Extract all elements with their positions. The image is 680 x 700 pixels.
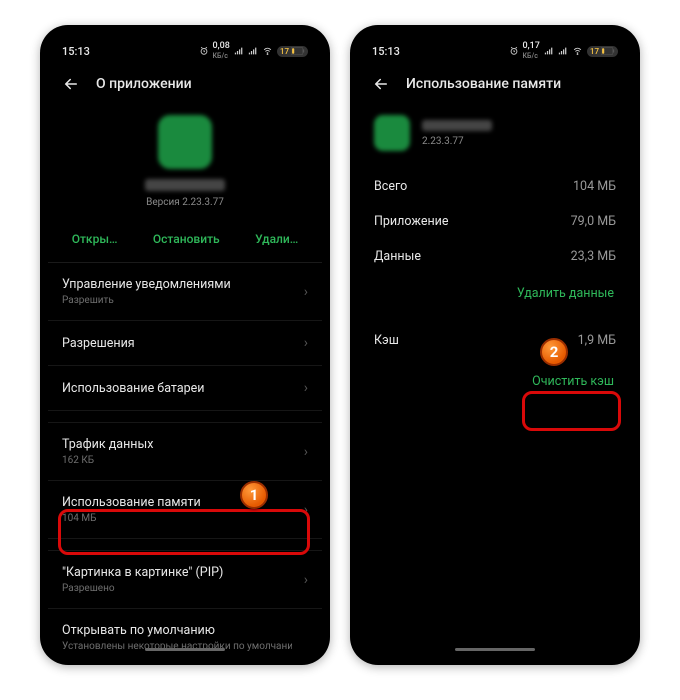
row-label: Трафик данных <box>62 437 153 452</box>
row-notifications[interactable]: Управление уведомлениями Разрешить › <box>48 263 322 321</box>
kv-label: Данные <box>374 249 421 264</box>
kv-value: 1,9 МБ <box>578 333 616 348</box>
uninstall-button[interactable]: Удали… <box>255 232 298 246</box>
net-speed: 0,17КБ/с <box>523 41 540 61</box>
kv-value: 23,3 МБ <box>571 249 616 264</box>
chevron-right-icon: › <box>304 380 308 396</box>
kv-label: Кэш <box>374 333 399 348</box>
signal-icon-2 <box>248 46 258 56</box>
app-summary: Версия 2.23.3.77 <box>48 107 322 222</box>
battery-icon <box>291 47 305 55</box>
home-indicator[interactable] <box>455 648 535 651</box>
section-spacer <box>48 539 322 551</box>
row-sub: 162 КБ <box>62 455 153 466</box>
row-label: Открывать по умолчанию <box>62 623 292 638</box>
row-sub: 104 МБ <box>62 513 201 524</box>
app-version: 2.23.3.77 <box>422 136 492 147</box>
row-pip[interactable]: "Картинка в картинке" (PIP) Разрешено › <box>48 551 322 609</box>
row-label: Использование памяти <box>62 495 201 510</box>
kv-cache: Кэш 1,9 МБ <box>358 315 632 358</box>
screen-left: 15:13 0,08КБ/с 17 О приложении <box>48 33 322 657</box>
kv-label: Приложение <box>374 214 449 229</box>
action-row: Откры… Остановить Удали… <box>48 222 322 263</box>
battery-indicator: 17 <box>587 46 618 57</box>
row-label: Разрешения <box>62 336 135 351</box>
row-memory-usage[interactable]: Использование памяти 104 МБ › <box>48 481 322 539</box>
kv-data: Данные 23,3 МБ <box>358 239 632 274</box>
status-time: 15:13 <box>372 45 400 58</box>
back-icon[interactable] <box>62 75 80 93</box>
signal-icon <box>234 46 244 56</box>
row-label: "Картинка в картинке" (PIP) <box>62 565 223 580</box>
kv-value: 79,0 МБ <box>571 214 616 229</box>
force-stop-button[interactable]: Остановить <box>153 232 220 246</box>
status-icons: 0,17КБ/с 17 <box>509 41 618 61</box>
row-permissions[interactable]: Разрешения › <box>48 321 322 366</box>
status-bar: 15:13 0,08КБ/с 17 <box>48 33 322 65</box>
kv-total: Всего 104 МБ <box>358 169 632 204</box>
comparison-container: 15:13 0,08КБ/с 17 О приложении <box>0 0 680 690</box>
clear-cache-button[interactable]: Очистить кэш <box>358 358 632 405</box>
app-icon <box>158 115 212 169</box>
app-name-blurred <box>422 120 492 131</box>
chevron-right-icon: › <box>304 284 308 300</box>
back-icon[interactable] <box>372 75 390 93</box>
app-version: Версия 2.23.3.77 <box>48 197 322 208</box>
row-battery-usage[interactable]: Использование батареи › <box>48 366 322 411</box>
wifi-icon <box>262 46 273 56</box>
header: О приложении <box>48 65 322 107</box>
open-button[interactable]: Откры… <box>72 232 118 246</box>
wifi-icon <box>572 46 583 56</box>
battery-indicator: 17 <box>277 46 308 57</box>
phone-frame-left: 15:13 0,08КБ/с 17 О приложении <box>40 25 330 665</box>
callout-badge-1: 1 <box>240 481 268 509</box>
chevron-right-icon: › <box>304 572 308 588</box>
kv-app: Приложение 79,0 МБ <box>358 204 632 239</box>
home-indicator[interactable] <box>145 648 225 651</box>
signal-icon-2 <box>558 46 568 56</box>
net-speed: 0,08КБ/с <box>213 41 230 61</box>
phone-frame-right: 15:13 0,17КБ/с 17 Использование памяти <box>350 25 640 665</box>
page-title: Использование памяти <box>406 76 561 92</box>
chevron-right-icon: › <box>304 444 308 460</box>
screen-right: 15:13 0,17КБ/с 17 Использование памяти <box>358 33 632 657</box>
clear-data-button[interactable]: Удалить данные <box>358 274 632 315</box>
alarm-icon <box>509 46 519 56</box>
alarm-icon <box>199 46 209 56</box>
battery-icon <box>601 47 615 55</box>
kv-value: 104 МБ <box>573 179 616 194</box>
row-sub: Разрешено <box>62 583 223 594</box>
kv-label: Всего <box>374 179 407 194</box>
status-icons: 0,08КБ/с 17 <box>199 41 308 61</box>
status-time: 15:13 <box>62 45 90 58</box>
row-label: Управление уведомлениями <box>62 277 231 292</box>
signal-icon <box>544 46 554 56</box>
callout-badge-2: 2 <box>540 338 568 366</box>
app-name-blurred <box>145 179 225 191</box>
page-title: О приложении <box>96 76 192 92</box>
app-icon <box>374 115 410 151</box>
row-sub: Разрешить <box>62 295 231 306</box>
header: Использование памяти <box>358 65 632 107</box>
chevron-right-icon: › <box>304 335 308 351</box>
chevron-right-icon: › <box>304 502 308 518</box>
app-summary: 2.23.3.77 <box>358 107 632 169</box>
row-data-traffic[interactable]: Трафик данных 162 КБ › <box>48 423 322 481</box>
section-spacer <box>48 411 322 423</box>
status-bar: 15:13 0,17КБ/с 17 <box>358 33 632 65</box>
row-label: Использование батареи <box>62 381 205 396</box>
